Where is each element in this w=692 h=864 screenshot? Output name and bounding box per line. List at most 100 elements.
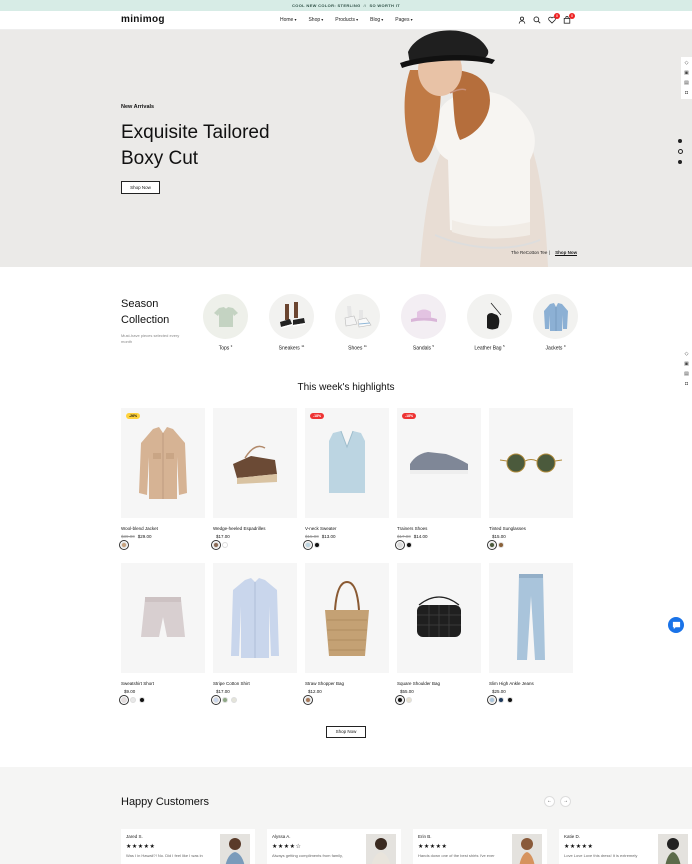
tag-icon-2[interactable]: ◇: [685, 351, 689, 357]
swatch[interactable]: [395, 695, 405, 705]
review-text: Was I in Hawaii?! No. Did I feel like I …: [126, 853, 203, 858]
nav-blog[interactable]: Blog: [370, 17, 383, 23]
category-shoes[interactable]: Shoes 11: [335, 294, 380, 352]
product-name[interactable]: Straw Shopper Bag: [305, 681, 389, 686]
doc-icon-2[interactable]: ▤: [684, 371, 689, 377]
chat-icon[interactable]: [668, 617, 684, 633]
swatch[interactable]: [507, 697, 513, 703]
side-tools: ◇ ▣ ▤ ◘: [681, 57, 692, 99]
product-name[interactable]: Slim High Ankle Jeans: [489, 681, 573, 686]
product-image[interactable]: [213, 408, 297, 518]
nav-shop[interactable]: Shop: [308, 17, 323, 23]
product-card[interactable]: Stripe Cotton Shirt $17.00: [211, 563, 297, 718]
swatch[interactable]: [211, 695, 221, 705]
product-image[interactable]: -18%: [397, 408, 481, 518]
hero-shop-button[interactable]: Shop Now: [121, 181, 160, 194]
nav-home[interactable]: Home: [280, 17, 296, 23]
shop-now-button[interactable]: Shop Now: [326, 726, 366, 738]
arrow-right-icon[interactable]: →: [560, 796, 571, 807]
current-price: $55.00: [400, 689, 414, 694]
swatch[interactable]: [231, 697, 237, 703]
swatch[interactable]: [222, 542, 228, 548]
slider-dot-2[interactable]: [677, 149, 683, 154]
product-name[interactable]: Wool-blend Jacket: [121, 526, 205, 531]
product-image[interactable]: [489, 408, 573, 518]
product-card[interactable]: Sweatshirt Short $9.00: [119, 563, 205, 718]
product-image[interactable]: [489, 563, 573, 673]
compare-icon-2[interactable]: ▣: [684, 361, 689, 367]
swatch[interactable]: [406, 697, 412, 703]
tag-icon[interactable]: ◇: [685, 60, 689, 66]
product-image[interactable]: [397, 563, 481, 673]
logo[interactable]: minimog: [121, 14, 165, 25]
product-image[interactable]: [305, 563, 389, 673]
user-icon[interactable]: [518, 16, 526, 24]
category-jackets[interactable]: Jackets 9: [533, 294, 578, 352]
swatch[interactable]: [119, 540, 129, 550]
doc-icon[interactable]: ▤: [684, 80, 689, 86]
category-tops[interactable]: Tops 3: [203, 294, 248, 352]
announcement-right: SO WORTH IT: [369, 3, 400, 8]
product-card[interactable]: Square Shoulder Bag $55.00: [395, 563, 481, 718]
product-name[interactable]: Tinted Sunglasses: [489, 526, 573, 531]
product-price: $55.00: [397, 689, 481, 694]
header-icons: 0 0: [518, 13, 575, 24]
swatch[interactable]: [406, 542, 412, 548]
category-sneakers[interactable]: Sneakers 11: [269, 294, 314, 352]
hero-caption-link[interactable]: Shop Now: [555, 250, 578, 256]
product-name[interactable]: Wedge-heeled Espadrilles: [213, 526, 297, 531]
swatch[interactable]: [119, 695, 129, 705]
swatch[interactable]: [303, 695, 313, 705]
swatch[interactable]: [395, 540, 405, 550]
swatch[interactable]: [498, 542, 504, 548]
color-swatches: [487, 540, 573, 550]
product-name[interactable]: Sweatshirt Short: [121, 681, 205, 686]
swatch[interactable]: [139, 697, 145, 703]
product-price: $17.00: [213, 689, 297, 694]
product-name[interactable]: Stripe Cotton Shirt: [213, 681, 297, 686]
product-card[interactable]: Straw Shopper Bag $12.00: [303, 563, 389, 718]
color-swatches: [487, 695, 573, 705]
cart-icon[interactable]: 0: [563, 13, 575, 24]
swatch[interactable]: [487, 540, 497, 550]
swatch[interactable]: [222, 697, 228, 703]
bag-icon[interactable]: ◘: [685, 90, 688, 96]
product-image[interactable]: [121, 563, 205, 673]
hero-caption-sep: |: [548, 250, 550, 255]
search-icon[interactable]: [533, 16, 541, 24]
hero-subtitle: New Arrivals: [121, 104, 155, 110]
swatch[interactable]: [314, 542, 320, 548]
swatch[interactable]: [211, 540, 221, 550]
wishlist-badge: 0: [554, 13, 560, 19]
product-card[interactable]: Tinted Sunglasses $15.00: [487, 408, 573, 563]
category-leather-bag[interactable]: Leather Bag 5: [467, 294, 512, 352]
nav-pages[interactable]: Pages: [395, 17, 412, 23]
wishlist-icon[interactable]: 0: [548, 13, 560, 24]
product-card[interactable]: -26% Wool-blend Jacket $39.00 $29.00: [119, 408, 205, 563]
category-sandals[interactable]: Sandals 5: [401, 294, 446, 352]
product-name[interactable]: Square Shoulder Bag: [397, 681, 481, 686]
product-card[interactable]: Wedge-heeled Espadrilles $17.00: [211, 408, 297, 563]
product-price: $17.00: [213, 534, 297, 539]
swatch[interactable]: [130, 697, 136, 703]
swatch[interactable]: [303, 540, 313, 550]
discount-badge: -26%: [126, 413, 141, 419]
slider-dot-1[interactable]: [678, 139, 682, 143]
current-price: $9.00: [124, 689, 136, 694]
product-card[interactable]: -18% V-neck Sweater $15.00 $13.00: [303, 408, 389, 563]
product-card[interactable]: -18% Trainers Shoes $17.00 $14.00: [395, 408, 481, 563]
product-image[interactable]: [213, 563, 297, 673]
product-image[interactable]: -18%: [305, 408, 389, 518]
category-leather-bag-label: Leather Bag: [474, 345, 502, 352]
nav-products[interactable]: Products: [335, 17, 358, 23]
product-image[interactable]: -26%: [121, 408, 205, 518]
swatch[interactable]: [498, 697, 504, 703]
arrow-left-icon[interactable]: ←: [544, 796, 555, 807]
compare-icon[interactable]: ▣: [684, 70, 689, 76]
slider-dot-3[interactable]: [678, 160, 682, 164]
product-card[interactable]: Slim High Ankle Jeans $25.00: [487, 563, 573, 718]
review-list: Jared S. ★★★★★ Was I in Hawaii?! No. Did…: [121, 829, 692, 864]
swatch[interactable]: [487, 695, 497, 705]
product-name[interactable]: V-neck Sweater: [305, 526, 389, 531]
product-name[interactable]: Trainers Shoes: [397, 526, 481, 531]
